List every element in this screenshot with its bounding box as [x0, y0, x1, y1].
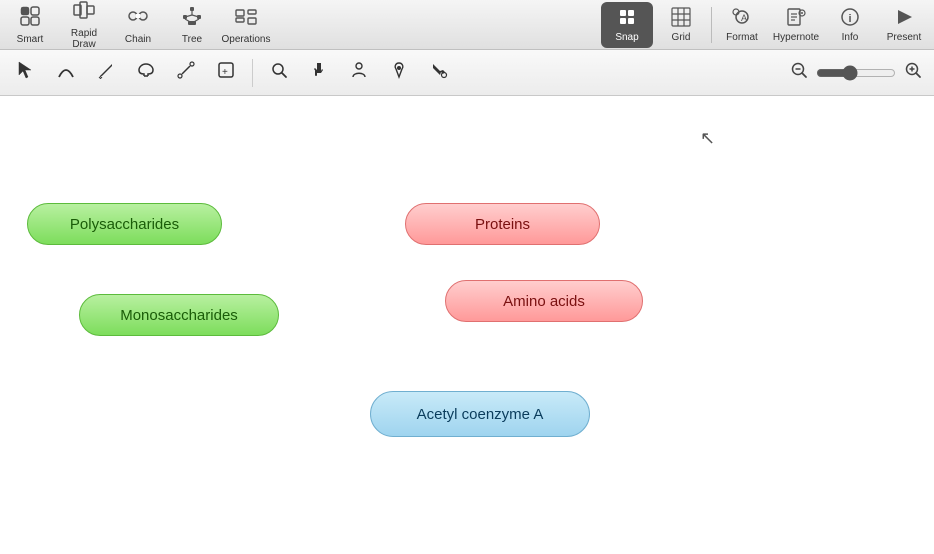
snap-button[interactable]: Snap [601, 2, 653, 48]
format-button[interactable]: A Format [716, 2, 768, 48]
pin-icon [390, 61, 408, 84]
grid-label: Grid [672, 32, 691, 43]
chain-tool-button[interactable]: Chain [112, 2, 164, 48]
zoom-out-button[interactable] [786, 59, 812, 86]
smart-icon [19, 5, 41, 32]
paint-icon [430, 61, 448, 84]
tree-icon [181, 5, 203, 32]
tree-tool-button[interactable]: Tree [166, 2, 218, 48]
acetyl-coenzyme-a-node[interactable]: Acetyl coenzyme A [370, 391, 590, 437]
proteins-label: Proteins [475, 216, 530, 233]
polysaccharides-label: Polysaccharides [70, 216, 179, 233]
pen-tool-button[interactable] [88, 56, 124, 90]
zoom-in-button[interactable] [900, 59, 926, 86]
proteins-node[interactable]: Proteins [405, 203, 600, 245]
pin-tool-button[interactable] [381, 56, 417, 90]
shape-tool-button[interactable]: + [208, 56, 244, 90]
paint-tool-button[interactable] [421, 56, 457, 90]
zoom-out-icon [790, 66, 808, 83]
lasso-icon [137, 61, 155, 84]
format-label: Format [726, 32, 758, 43]
svg-text:i: i [849, 13, 852, 25]
format-icon: A [732, 7, 752, 30]
present-label: Present [887, 32, 921, 43]
draw-separator [252, 59, 253, 87]
info-label: Info [842, 32, 859, 43]
right-tools: Snap Grid A [601, 2, 930, 48]
snap-label: Snap [615, 32, 638, 43]
grid-icon [671, 7, 691, 30]
present-icon [894, 7, 914, 30]
pan-icon [310, 61, 328, 84]
operations-tool-button[interactable]: Operations [220, 2, 272, 48]
top-toolbar: Smart Rapid Draw Chain [0, 0, 934, 50]
hypernote-label: Hypernote [773, 32, 819, 43]
line-icon [177, 61, 195, 84]
snap-icon [617, 7, 637, 30]
zoom-in-icon [904, 66, 922, 83]
second-toolbar: + [0, 50, 934, 96]
select-tool-button[interactable] [8, 56, 44, 90]
arc-tool-button[interactable] [48, 56, 84, 90]
lasso-tool-button[interactable] [128, 56, 164, 90]
monosaccharides-label: Monosaccharides [120, 307, 238, 324]
tree-label: Tree [182, 34, 202, 45]
zoom-slider[interactable] [816, 65, 896, 81]
hypernote-button[interactable]: Hypernote [770, 2, 822, 48]
chain-label: Chain [125, 34, 151, 45]
smart-tool-button[interactable]: Smart [4, 2, 56, 48]
pen-icon [97, 61, 115, 84]
zoom-area [786, 59, 926, 86]
person-icon [350, 61, 368, 84]
cursor-indicator: ↖ [700, 128, 715, 149]
line-tool-button[interactable] [168, 56, 204, 90]
amino-acids-node[interactable]: Amino acids [445, 280, 643, 322]
separator [711, 7, 712, 43]
present-button[interactable]: Present [878, 2, 930, 48]
select-icon [17, 61, 35, 84]
rapid-draw-tool-button[interactable]: Rapid Draw [58, 2, 110, 48]
chain-icon [127, 5, 149, 32]
rapid-draw-label: Rapid Draw [58, 28, 110, 50]
info-button[interactable]: i Info [824, 2, 876, 48]
info-icon: i [840, 7, 860, 30]
operations-icon [235, 5, 257, 32]
monosaccharides-node[interactable]: Monosaccharides [79, 294, 279, 336]
svg-text:+: + [222, 67, 228, 78]
svg-text:A: A [741, 13, 747, 23]
acetyl-coenzyme-a-label: Acetyl coenzyme A [417, 406, 544, 423]
rapid-draw-icon [73, 0, 95, 26]
pan-tool-button[interactable] [301, 56, 337, 90]
operations-label: Operations [222, 34, 271, 45]
shape-icon: + [217, 61, 235, 84]
search-icon [270, 61, 288, 84]
grid-button[interactable]: Grid [655, 2, 707, 48]
arc-icon [57, 61, 75, 84]
person-tool-button[interactable] [341, 56, 377, 90]
amino-acids-label: Amino acids [503, 293, 585, 310]
canvas-area[interactable]: Polysaccharides Proteins Monosaccharides… [0, 96, 934, 554]
smart-label: Smart [17, 34, 44, 45]
search-tool-button[interactable] [261, 56, 297, 90]
polysaccharides-node[interactable]: Polysaccharides [27, 203, 222, 245]
hypernote-icon [786, 7, 806, 30]
